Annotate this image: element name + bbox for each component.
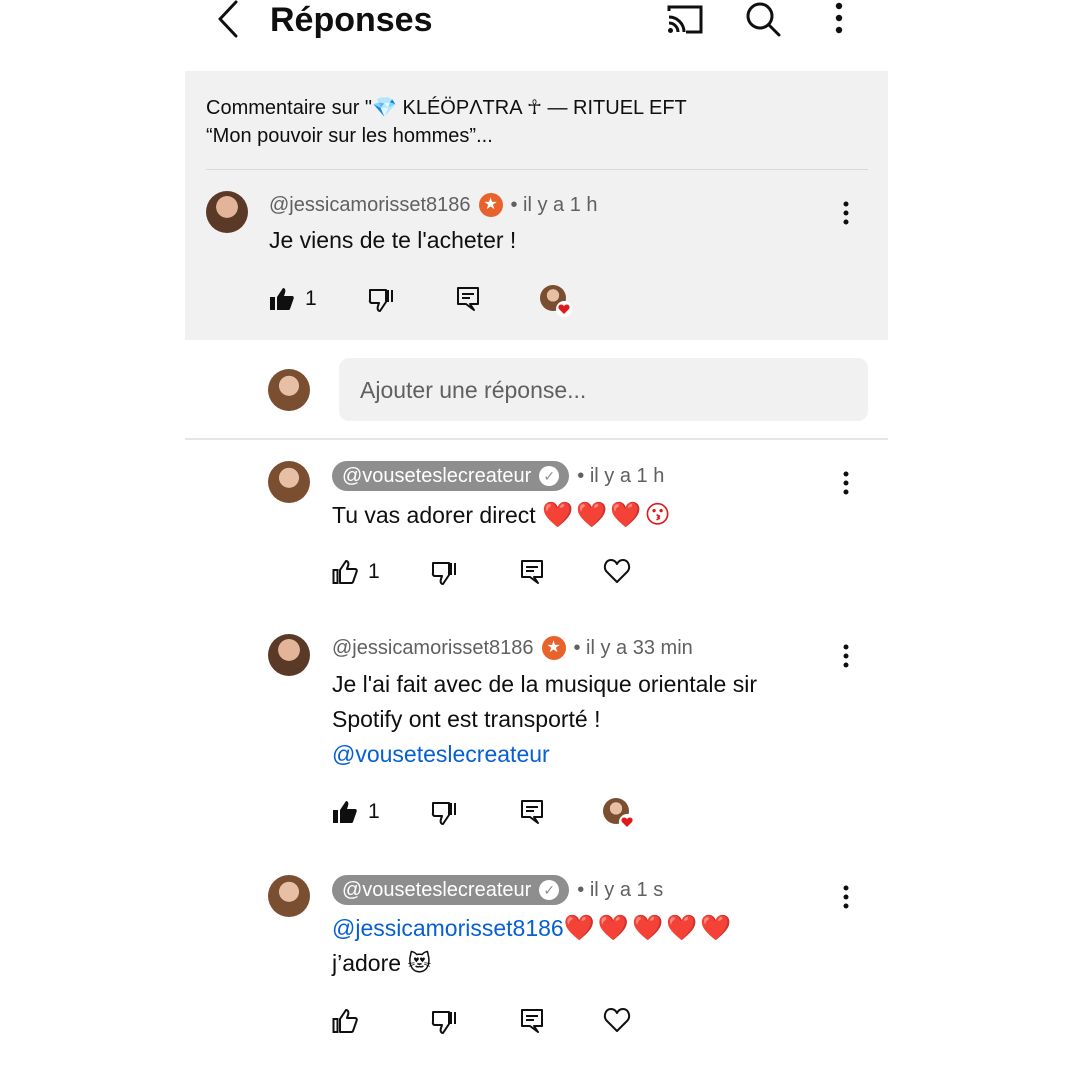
comment-text-body: j’adore [332,950,402,976]
thumbs-down-icon [431,1011,456,1034]
search-button[interactable] [744,0,782,38]
timestamp: • il y a 33 min [573,637,693,659]
like-button[interactable]: 1 [269,286,317,312]
comment-meta: @vouseteslecreateur ✓ • il y a 1 h [332,461,664,491]
verified-check-icon: ✓ [539,466,560,486]
thumbs-down-icon [431,802,456,825]
star-badge-icon: ★ [541,636,566,660]
comment-menu-button[interactable] [840,643,852,669]
reply-button[interactable] [520,559,544,585]
context-line-1: Commentaire sur "💎 KLÉÖPΛTRA ☥ — RITUEL … [206,97,687,119]
comment-icon [521,560,543,584]
comment-line-2: Spotify ont est transporté ! [332,706,601,732]
comment-icon [457,287,479,311]
more-vert-icon [843,644,849,668]
divider [206,169,868,170]
comment-text: Je viens de te l'acheter ! [269,227,517,253]
author-handle: @vouseteslecreateur [342,879,532,901]
comment-text: Je l'ai fait avec de la musique oriental… [332,667,757,772]
comment-icon [521,800,543,824]
comment-line-1: Je l'ai fait avec de la musique oriental… [332,671,757,697]
heart-icon [619,814,635,830]
comment-text: Tu vas adorer direct ❤️❤️❤️😗 [332,497,674,533]
avatar[interactable] [268,634,310,676]
creator-handle-badge[interactable]: @vouseteslecreateur ✓ [332,461,570,491]
like-button[interactable]: 1 [332,559,380,585]
comment-line-1: @jessicamorisset8186❤️❤️❤️❤️❤️ [332,910,734,946]
context-line-2: “Mon pouvoir sur les hommes”... [206,125,493,147]
creator-heart-avatar [540,285,572,317]
comment-emoji: ❤️❤️❤️😗 [542,500,674,529]
star-badge-icon: ★ [478,193,503,217]
comment-menu-button[interactable] [840,470,852,496]
more-vert-icon [835,2,843,34]
reply-button[interactable] [520,1008,544,1034]
mention-link[interactable]: @vouseteslecreateur [332,737,757,772]
heart-outline-icon [603,559,631,583]
page-title: Réponses [270,1,433,39]
comment-menu-button[interactable] [840,200,852,226]
comment-line-2: j’adore 😻 [332,946,734,982]
creator-heart-avatar [603,798,635,830]
heart-outline-icon [603,1008,631,1032]
comment-meta: @jessicamorisset8186 ★ • il y a 33 min [332,635,693,661]
thumbs-down-icon [368,289,393,312]
timestamp: • il y a 1 s [577,879,664,901]
cast-button[interactable] [666,3,704,35]
more-vert-icon [843,471,849,495]
current-user-avatar [268,369,310,411]
comment-emoji: 😻 [407,951,432,977]
reply-button[interactable] [520,799,544,825]
comment-meta: @vouseteslecreateur ✓ • il y a 1 s [332,875,663,905]
author-handle: @vouseteslecreateur [342,465,532,487]
dislike-button[interactable] [431,800,457,826]
thumbs-down-icon [431,562,456,585]
avatar[interactable] [268,461,310,503]
dislike-button[interactable] [368,287,394,313]
reply-input-placeholder: Ajouter une réponse... [360,377,587,403]
thumbs-up-filled-icon [333,801,357,823]
like-count: 1 [368,560,380,583]
like-button[interactable]: 1 [332,799,380,825]
comment-meta: @jessicamorisset8186 ★ • il y a 1 h [269,192,598,218]
heart-icon [556,301,572,317]
back-button[interactable] [212,0,242,38]
cast-icon [667,5,703,34]
author-handle[interactable]: @jessicamorisset8186 [269,192,471,218]
avatar[interactable] [206,191,248,233]
search-icon [746,2,781,37]
comment-menu-button[interactable] [840,884,852,910]
comment-text-body: Tu vas adorer direct [332,502,536,528]
more-vert-icon [843,201,849,225]
heart-button[interactable] [603,1007,631,1033]
more-vert-icon [843,885,849,909]
chevron-left-icon [218,0,238,38]
heart-button[interactable] [603,558,631,584]
timestamp: • il y a 1 h [577,465,665,487]
avatar[interactable] [268,875,310,917]
thumbs-up-icon [332,560,358,584]
thumbs-up-filled-icon [270,288,294,310]
more-options-button[interactable] [832,2,846,34]
like-count: 1 [305,287,317,310]
author-handle[interactable]: @jessicamorisset8186 [332,635,534,661]
comment-emoji: ❤️❤️❤️❤️❤️ [563,913,735,942]
like-button[interactable] [332,1008,358,1034]
timestamp: • il y a 1 h [510,194,598,216]
creator-handle-badge[interactable]: @vouseteslecreateur ✓ [332,875,570,905]
like-count: 1 [368,800,380,823]
thumbs-up-icon [332,1009,358,1033]
reply-button[interactable] [456,286,480,312]
comment-icon [521,1009,543,1033]
dislike-button[interactable] [431,1009,457,1035]
verified-check-icon: ✓ [539,880,560,900]
mention-link[interactable]: @jessicamorisset8186 [332,915,564,941]
divider [185,438,888,440]
comment-text: @jessicamorisset8186❤️❤️❤️❤️❤️ j’adore 😻 [332,910,734,982]
comment-context: Commentaire sur "💎 KLÉÖPΛTRA ☥ — RITUEL … [206,94,687,150]
dislike-button[interactable] [431,560,457,586]
